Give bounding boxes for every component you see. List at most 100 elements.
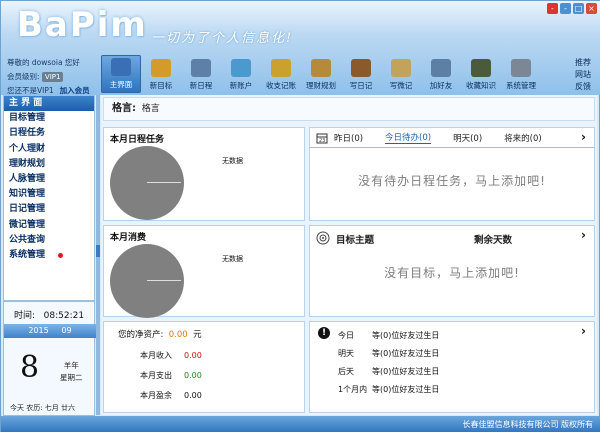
sidebar-item-label: 人脉管理: [9, 173, 46, 184]
toolbar-label: 收藏知识: [466, 81, 496, 90]
collapse-arrow-icon[interactable]: [96, 245, 100, 257]
tab-future[interactable]: 将来的(0): [504, 132, 542, 144]
recommend-link[interactable]: 推荐: [575, 57, 591, 69]
sidebar-splitter[interactable]: [96, 95, 100, 415]
vip-note: 您还不是VIP1: [7, 86, 54, 95]
toolbar-label: 新账户: [229, 81, 253, 90]
sidebar-item-label: 日程任务: [9, 128, 46, 139]
sidebar-item-label: 知识管理: [9, 189, 46, 200]
toolbar-label: 收支记账: [266, 81, 296, 90]
contacts-icon: [431, 59, 451, 77]
tab-yesterday[interactable]: 昨日(0): [334, 132, 363, 144]
calendar-icon: 23: [316, 133, 328, 144]
diary-icon: [351, 59, 371, 77]
birthday-row[interactable]: 今日 等(0)位好友过生日: [338, 330, 439, 341]
gear-icon: [511, 59, 531, 77]
note-icon: [391, 59, 411, 77]
month-spend-pie: [110, 244, 184, 318]
sidebar-item-3[interactable]: 个人理财: [4, 142, 94, 157]
birthday-row[interactable]: 1个月内 等(0)位好友过生日: [338, 384, 439, 395]
app-slogan: 一切为了个人信息化!: [151, 31, 294, 46]
toolbar-button-4[interactable]: 收支记账: [261, 55, 301, 93]
goals-panel: 目标主题 剩余天数 › 没有目标，马上添加吧!: [309, 225, 595, 317]
sidebar-item-2[interactable]: 日程任务: [4, 126, 94, 141]
sidebar-item-0[interactable]: 主 界 面: [4, 96, 94, 112]
birthdays-panel: ! › 今日 等(0)位好友过生日 明天 等(0)位好友过生日 后天 等(0)位好友过生日…: [309, 321, 595, 413]
svg-text:23: 23: [319, 138, 325, 144]
toolbar-label: 理财规划: [306, 81, 336, 90]
toolbar-button-5[interactable]: 理财规划: [301, 55, 341, 93]
tab-today-todo[interactable]: 今日待办(0): [385, 131, 432, 144]
sidebar-item-8[interactable]: 微记管理: [4, 218, 94, 233]
app-logo: BaPim: [17, 5, 148, 45]
sidebar-item-label: 主 界 面: [9, 98, 43, 108]
sidebar-item-9[interactable]: 公共查询: [4, 233, 94, 248]
month-spend-panel: 本月消费 无数据: [103, 225, 305, 318]
status-bar: 长春佳盟信息科技有限公司 版权所有: [1, 416, 600, 432]
alert-icon: !: [318, 327, 330, 339]
month-tasks-title: 本月日程任务: [110, 135, 165, 145]
month-spend-title: 本月消费: [110, 233, 147, 243]
toolbar-label: 新目标: [149, 81, 173, 90]
tab-tomorrow[interactable]: 明天(0): [453, 132, 482, 144]
sidebar-item-label: 日记管理: [9, 204, 46, 215]
sidebar-item-label: 目标管理: [9, 113, 46, 124]
sidebar-item-10[interactable]: 系统管理: [4, 248, 94, 263]
toolbar-button-6[interactable]: 写日记: [341, 55, 381, 93]
coins-icon: [271, 59, 291, 77]
sidebar-item-6[interactable]: 知识管理: [4, 187, 94, 202]
monitor-icon: [111, 58, 131, 76]
goals-empty-message[interactable]: 没有目标，马上添加吧!: [310, 264, 594, 281]
birthday-row[interactable]: 后天 等(0)位好友过生日: [338, 366, 439, 377]
schedule-more-chevron-icon[interactable]: ›: [581, 130, 586, 144]
birthday-row[interactable]: 明天 等(0)位好友过生日: [338, 348, 439, 359]
sidebar-item-7[interactable]: 日记管理: [4, 202, 94, 217]
toolbar-button-3[interactable]: 新账户: [221, 55, 261, 93]
sidebar-item-5[interactable]: 人脉管理: [4, 172, 94, 187]
asset-row: 本月盈余 0.00: [140, 391, 202, 400]
menu-icon[interactable]: -: [547, 3, 558, 14]
toolbar-button-7[interactable]: 写微记: [381, 55, 421, 93]
toolbar-button-8[interactable]: 加好友: [421, 55, 461, 93]
toolbar-label: 写日记: [349, 81, 373, 90]
toolbar-button-10[interactable]: 系统管理: [501, 55, 541, 93]
day-number: 8: [20, 350, 40, 385]
website-link[interactable]: 网站: [575, 69, 591, 81]
app-window: BaPim 一切为了个人信息化! - - □ × 尊敬的 dowsoia 您好 …: [0, 0, 600, 432]
right-links: 推荐 网站 反馈: [575, 57, 591, 93]
toolbar-label: 系统管理: [506, 81, 536, 90]
year-month-bar[interactable]: 2015 09: [4, 324, 96, 338]
month-tasks-nodata: 无数据: [222, 157, 243, 165]
sidebar-item-label: 微记管理: [9, 219, 46, 230]
sidebar-item-4[interactable]: 理财规划: [4, 157, 94, 172]
sidebar-item-label: 个人理财: [9, 143, 46, 154]
sidebar: 主 界 面目标管理日程任务个人理财理财规划人脉管理知识管理日记管理微记管理公共查…: [3, 95, 95, 301]
target-icon: [316, 231, 330, 245]
schedule-empty-message[interactable]: 没有待办日程任务，马上添加吧!: [310, 172, 594, 189]
toolbar-label: 主界面: [109, 80, 133, 89]
toolbar-button-2[interactable]: 新日程: [181, 55, 221, 93]
toolbar-button-1[interactable]: 新目标: [141, 55, 181, 93]
medal-icon: [151, 59, 171, 77]
sidebar-item-label: 理财规划: [9, 158, 46, 169]
minimize-button[interactable]: □: [573, 3, 584, 14]
skin-icon[interactable]: -: [560, 3, 571, 14]
motto-text: 格言: [141, 104, 160, 114]
goals-days-column: 剩余天数: [474, 235, 513, 246]
toolbar-label: 写微记: [389, 81, 413, 90]
join-vip-link[interactable]: 加入会员: [60, 86, 90, 95]
sidebar-item-label: 公共查询: [9, 234, 46, 245]
birthdays-more-chevron-icon[interactable]: ›: [581, 324, 586, 338]
feedback-link[interactable]: 反馈: [575, 81, 591, 93]
main-content: 格言: 格言 本月日程任务 无数据 23 昨日(0) 今日待办(0) 明天(0)…: [101, 95, 597, 415]
assets-panel: 您的净资产: 0.00 元 本月收入 0.00 本月支出 0.00 本月盈余 0.00: [103, 321, 305, 413]
user-info: 尊敬的 dowsoia 您好 会员级别: VIP1 您还不是VIP1 加入会员: [7, 56, 99, 98]
sidebar-item-1[interactable]: 目标管理: [4, 111, 94, 126]
header: BaPim 一切为了个人信息化! - - □ × 尊敬的 dowsoia 您好 …: [1, 1, 600, 95]
toolbar-button-9[interactable]: 收藏知识: [461, 55, 501, 93]
toolbar: 主界面 新目标 新日程 新账户 收支记账 理财规划 写日记 写微记 加好友 收藏知识 系统管理: [101, 55, 541, 93]
toolbar-button-0[interactable]: 主界面: [101, 55, 141, 93]
close-button[interactable]: ×: [586, 3, 597, 14]
goals-more-chevron-icon[interactable]: ›: [581, 228, 586, 242]
toolbar-label: 加好友: [429, 81, 453, 90]
